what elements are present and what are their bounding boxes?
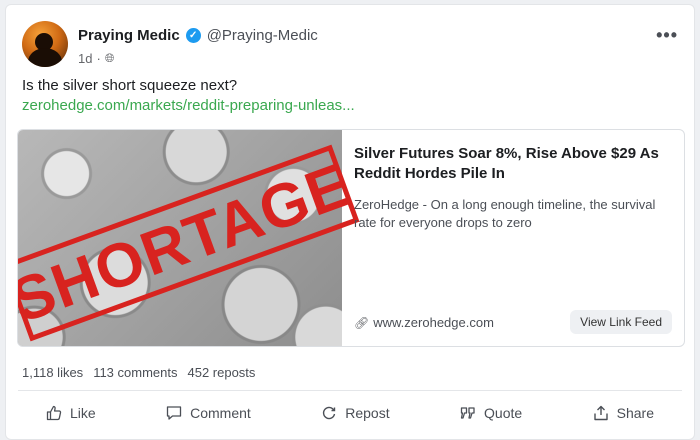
comment-icon [166, 406, 182, 420]
share-label: Share [616, 405, 654, 421]
author-name[interactable]: Praying Medic [78, 27, 180, 44]
quote-button[interactable]: Quote [432, 401, 550, 425]
quote-icon [460, 407, 475, 419]
reposts-count[interactable]: 452 reposts [187, 365, 255, 380]
stats-divider [18, 390, 682, 391]
quote-label: Quote [484, 405, 523, 421]
repost-button[interactable]: Repost [293, 401, 417, 425]
comments-count[interactable]: 113 comments [93, 365, 177, 380]
link-preview-image[interactable]: SHORTAGE [18, 130, 359, 346]
chain-link-icon: 🔗︎ [354, 315, 370, 330]
stamp-text: SHORTAGE [17, 149, 360, 337]
post-link[interactable]: zerohedge.com/markets/reddit-preparing-u… [22, 97, 355, 114]
link-preview-domain-row: 🔗︎ www.zerohedge.com [354, 315, 494, 330]
post-card: Praying Medic ✓ @Praying-Medic 1d · 🌐︎ •… [5, 4, 695, 440]
author-handle[interactable]: @Praying-Medic [207, 27, 318, 44]
share-button[interactable]: Share [565, 401, 682, 425]
meta-separator: · [96, 51, 101, 66]
like-button[interactable]: Like [18, 401, 124, 425]
post-header: Praying Medic ✓ @Praying-Medic 1d · 🌐︎ •… [22, 21, 682, 71]
comment-label: Comment [190, 405, 251, 421]
share-icon [593, 405, 608, 421]
repost-icon [323, 406, 336, 420]
avatar[interactable] [22, 21, 68, 67]
view-link-feed-button[interactable]: View Link Feed [570, 310, 672, 334]
post-actions: Like Comment Repost Quote Share [18, 397, 682, 429]
verified-check-icon: ✓ [185, 28, 201, 43]
link-preview-body: Silver Futures Soar 8%, Rise Above $29 A… [354, 144, 674, 232]
like-label: Like [70, 405, 96, 421]
more-options-icon[interactable]: ••• [656, 25, 678, 46]
globe-icon: 🌐︎ [104, 51, 115, 65]
post-stats: 1,118 likes 113 comments 452 reposts [22, 365, 255, 380]
repost-label: Repost [345, 405, 390, 421]
post-time[interactable]: 1d [78, 51, 92, 66]
author-row: Praying Medic ✓ @Praying-Medic [78, 27, 318, 44]
link-preview-card[interactable]: SHORTAGE Silver Futures Soar 8%, Rise Ab… [17, 129, 685, 347]
thumbs-up-icon [46, 405, 62, 421]
link-preview-domain[interactable]: www.zerohedge.com [373, 315, 494, 330]
comment-button[interactable]: Comment [138, 401, 279, 425]
link-preview-title[interactable]: Silver Futures Soar 8%, Rise Above $29 A… [354, 144, 674, 184]
link-preview-footer: 🔗︎ www.zerohedge.com View Link Feed [354, 310, 672, 334]
link-preview-description: ZeroHedge - On a long enough timeline, t… [354, 197, 656, 230]
post-meta: 1d · 🌐︎ [78, 51, 114, 66]
likes-count[interactable]: 1,118 likes [22, 365, 83, 380]
shortage-stamp: SHORTAGE [17, 144, 360, 342]
post-text: Is the silver short squeeze next? [22, 77, 238, 94]
